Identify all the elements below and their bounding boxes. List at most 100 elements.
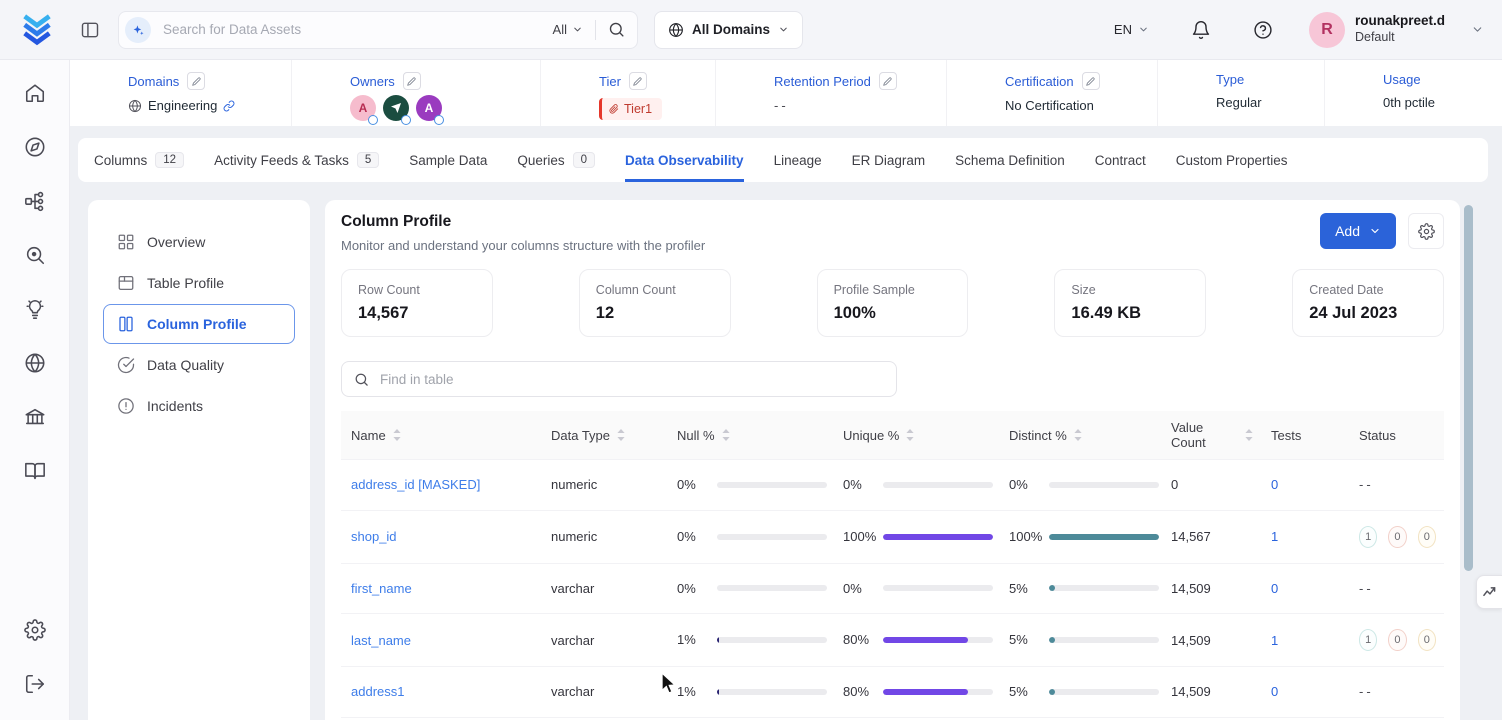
left-nav-rail xyxy=(0,60,70,720)
data-type-cell: varchar xyxy=(541,563,667,614)
tier-tag[interactable]: Tier1 xyxy=(599,98,662,120)
name-cell: address1 xyxy=(341,667,541,718)
tab-custom-properties[interactable]: Custom Properties xyxy=(1176,138,1288,182)
column-name-link[interactable]: first_name xyxy=(351,581,412,596)
header-data-type[interactable]: Data Type xyxy=(541,411,667,460)
rail-domains-button[interactable] xyxy=(23,351,47,375)
all-domains-selector[interactable]: All Domains xyxy=(654,11,803,49)
chevron-down-icon xyxy=(1369,225,1381,237)
edit-retention-button[interactable] xyxy=(879,72,897,90)
user-menu[interactable]: R rounakpreet.d Default xyxy=(1309,12,1484,48)
distinct-cell: 0% xyxy=(999,460,1161,511)
rail-insights-button[interactable] xyxy=(23,297,47,321)
rail-settings-button[interactable] xyxy=(23,618,47,642)
find-in-table-input[interactable] xyxy=(378,371,884,388)
search-icon[interactable] xyxy=(608,21,625,38)
panel-title-block: Column Profile Monitor and understand yo… xyxy=(341,213,705,253)
tab-contract[interactable]: Contract xyxy=(1095,138,1146,182)
home-icon xyxy=(24,82,46,104)
tab-er-diagram[interactable]: ER Diagram xyxy=(852,138,926,182)
tab-label: Lineage xyxy=(774,153,822,168)
tab-schema-definition[interactable]: Schema Definition xyxy=(955,138,1065,182)
profiler-nav-data-quality[interactable]: Data Quality xyxy=(103,345,295,385)
language-selector[interactable]: EN xyxy=(1114,22,1149,37)
collapsed-widget-button[interactable] xyxy=(1476,575,1502,609)
profiler-nav-column-profile[interactable]: Column Profile xyxy=(103,304,295,344)
search-scope-dropdown[interactable]: All xyxy=(553,22,583,37)
header-value-count[interactable]: Value Count xyxy=(1161,411,1261,460)
app-logo-icon[interactable] xyxy=(20,13,54,47)
tests-link[interactable]: 0 xyxy=(1271,477,1278,492)
value-count-cell: 14,509 xyxy=(1161,667,1261,718)
table-icon xyxy=(117,274,135,292)
add-button[interactable]: Add xyxy=(1320,213,1396,249)
profiler-settings-button[interactable] xyxy=(1408,213,1444,249)
distinct-bar xyxy=(1049,585,1159,591)
value-count-cell: 14,509 xyxy=(1161,614,1261,667)
profiler-nav-table-profile[interactable]: Table Profile xyxy=(103,263,295,303)
column-name-link[interactable]: address_id [MASKED] xyxy=(351,477,480,492)
status-cell: 100 xyxy=(1349,614,1444,667)
tab-activity-feeds-tasks[interactable]: Activity Feeds & Tasks5 xyxy=(214,138,379,182)
meta-retention: Retention Period -- xyxy=(715,60,946,126)
meta-domains: Domains Engineering xyxy=(70,60,291,126)
rail-explore-button[interactable] xyxy=(23,135,47,159)
status-empty: -- xyxy=(1359,581,1374,596)
column-name-link[interactable]: shop_id xyxy=(351,529,397,544)
unique-cell: 0% xyxy=(833,460,999,511)
status-badges: 100 xyxy=(1359,526,1436,548)
unique-percent: 80% xyxy=(843,630,883,650)
tab-lineage[interactable]: Lineage xyxy=(774,138,822,182)
notifications-bell-icon[interactable] xyxy=(1191,20,1211,40)
header-null[interactable]: Null % xyxy=(667,411,833,460)
tests-link[interactable]: 0 xyxy=(1271,684,1278,699)
vertical-scrollbar[interactable] xyxy=(1464,205,1473,571)
ai-sparkle-icon[interactable] xyxy=(125,17,151,43)
tab-columns[interactable]: Columns12 xyxy=(94,138,184,182)
sort-icon xyxy=(906,429,914,441)
tests-link[interactable]: 1 xyxy=(1271,633,1278,648)
tab-label: Sample Data xyxy=(409,153,487,168)
govern-icon xyxy=(24,406,46,428)
tab-label: Schema Definition xyxy=(955,153,1065,168)
null-bar xyxy=(717,534,827,540)
rail-govern-button[interactable] xyxy=(23,405,47,429)
meta-usage: Usage 0th pctile xyxy=(1324,60,1502,126)
globe-icon xyxy=(128,99,142,113)
global-search-input[interactable] xyxy=(161,21,553,38)
data-type-cell: numeric xyxy=(541,510,667,563)
tab-queries[interactable]: Queries0 xyxy=(517,138,595,182)
column-name-link[interactable]: address1 xyxy=(351,684,404,699)
edit-domains-button[interactable] xyxy=(187,72,205,90)
tests-link[interactable]: 1 xyxy=(1271,529,1278,544)
header-distinct[interactable]: Distinct % xyxy=(999,411,1161,460)
header-name[interactable]: Name xyxy=(341,411,541,460)
edit-tier-button[interactable] xyxy=(629,72,647,90)
owner-avatar[interactable]: A xyxy=(350,95,376,121)
owner-avatar[interactable]: A xyxy=(416,95,442,121)
profiler-nav-overview[interactable]: Overview xyxy=(103,222,295,262)
rail-logout-button[interactable] xyxy=(23,672,47,696)
sidebar-toggle-icon[interactable] xyxy=(80,20,100,40)
domain-value-link[interactable]: Engineering xyxy=(148,98,217,113)
profiler-nav-incidents[interactable]: Incidents xyxy=(103,386,295,426)
rail-observability-button[interactable] xyxy=(23,243,47,267)
distinct-percent: 100% xyxy=(1009,527,1049,547)
header-unique[interactable]: Unique % xyxy=(833,411,999,460)
tab-sample-data[interactable]: Sample Data xyxy=(409,138,487,182)
rail-data-assets-button[interactable] xyxy=(23,189,47,213)
help-icon[interactable] xyxy=(1253,20,1273,40)
rail-glossary-button[interactable] xyxy=(23,459,47,483)
send-icon xyxy=(390,102,402,114)
tab-data-observability[interactable]: Data Observability xyxy=(625,138,744,182)
sort-icon xyxy=(617,429,625,441)
distinct-percent: 5% xyxy=(1009,579,1049,599)
column-name-link[interactable]: last_name xyxy=(351,633,411,648)
inherited-link-icon xyxy=(223,100,235,112)
rail-home-button[interactable] xyxy=(23,81,47,105)
owner-avatar[interactable] xyxy=(383,95,409,121)
edit-owners-button[interactable] xyxy=(403,72,421,90)
tests-link[interactable]: 0 xyxy=(1271,581,1278,596)
column-profile-table: NameData TypeNull %Unique %Distinct %Val… xyxy=(341,411,1444,720)
edit-certification-button[interactable] xyxy=(1082,72,1100,90)
